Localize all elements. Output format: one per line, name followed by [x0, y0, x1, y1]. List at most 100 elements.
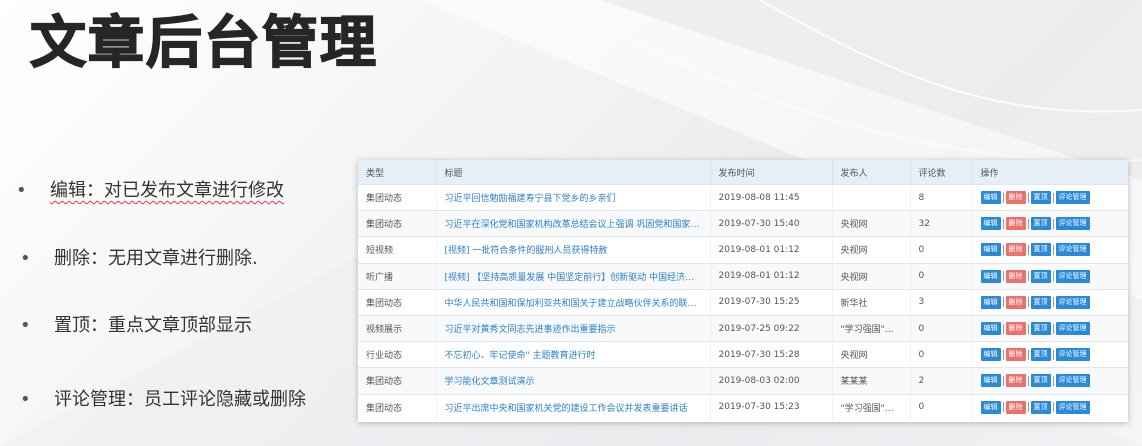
- comment-manage-button[interactable]: 评论管理: [1055, 269, 1090, 283]
- delete-button[interactable]: 删除: [1005, 322, 1026, 336]
- bullet-text: 置顶：重点文章顶部显示: [54, 315, 252, 336]
- type-cell: 集团动态: [358, 183, 437, 211]
- type-cell: 集团动态: [358, 210, 437, 237]
- actions-cell: 编辑 删除 置顶 评论管理: [972, 210, 1128, 237]
- divider: [1002, 402, 1004, 413]
- pin-button[interactable]: 置顶: [1030, 400, 1051, 414]
- comment-manage-button[interactable]: 评论管理: [1055, 243, 1090, 257]
- publisher-cell: "学习强国"学习...: [832, 314, 911, 342]
- divider: [1052, 402, 1054, 413]
- bullet-text: 删除：无用文章进行删除.: [54, 248, 258, 269]
- delete-button[interactable]: 删除: [1005, 400, 1026, 414]
- pin-button[interactable]: 置顶: [1030, 348, 1051, 362]
- pin-button[interactable]: 置顶: [1030, 322, 1051, 336]
- delete-button[interactable]: 删除: [1005, 269, 1026, 283]
- title-link[interactable]: 中华人民共和国和保加利亚共和国关于建立战略伙伴关系的联合声明: [436, 288, 711, 316]
- table-row: 集团动态习近平在深化党和国家机构改革总结会议上强调 巩固党和国家机构改革成...…: [358, 210, 1128, 237]
- type-cell: 集团动态: [358, 367, 437, 394]
- type-cell: 集团动态: [358, 288, 437, 316]
- delete-button[interactable]: 删除: [1005, 243, 1026, 257]
- bullet-marker: •: [20, 315, 31, 336]
- edit-button[interactable]: 编辑: [980, 322, 1001, 336]
- column-header-type: 类型: [358, 160, 437, 185]
- divider: [1027, 323, 1029, 334]
- actions-cell: 编辑 删除 置顶 评论管理: [972, 393, 1128, 420]
- comment-count-cell: 0: [910, 262, 973, 290]
- comment-manage-button[interactable]: 评论管理: [1055, 191, 1090, 205]
- delete-button[interactable]: 删除: [1005, 295, 1026, 309]
- pin-button[interactable]: 置顶: [1030, 191, 1051, 205]
- title-link[interactable]: 习近平回信勉励福建寿宁县下党乡的乡亲们: [436, 183, 711, 211]
- bullet-delete: • 删除：无用文章进行删除.: [20, 247, 258, 271]
- action-buttons: 编辑 删除 置顶 评论管理: [980, 295, 1120, 309]
- actions-cell: 编辑 删除 置顶 评论管理: [972, 236, 1128, 264]
- table-row: 视频展示 习近平对黄秀文同志先进事迹作出重要指示 2019-07-25 09:22 "…: [358, 314, 1128, 342]
- comment-manage-button[interactable]: 评论管理: [1055, 322, 1090, 336]
- title-link[interactable]: 习近平对黄秀文同志先进事迹作出重要指示: [436, 314, 711, 342]
- title-link[interactable]: 学习能化文章测试演示: [436, 367, 711, 394]
- edit-button[interactable]: 编辑: [980, 295, 1001, 309]
- comment-manage-button[interactable]: 评论管理: [1055, 400, 1090, 414]
- time-cell: 2019-08-08 11:45: [710, 183, 833, 211]
- table-header-row: 类型 标题 发布时间 发布人 评论数 操作: [358, 160, 1128, 185]
- title-link[interactable]: [视频] 一批符合条件的服刑人员获得特赦: [436, 236, 711, 264]
- comment-manage-button[interactable]: 评论管理: [1055, 374, 1090, 388]
- pin-button[interactable]: 置顶: [1030, 243, 1051, 257]
- pin-button[interactable]: 置顶: [1030, 217, 1051, 231]
- divider: [1027, 271, 1029, 282]
- table-row: 集团动态 习近平回信勉励福建寿宁县下党乡的乡亲们 2019-08-08 11:45 8…: [358, 183, 1128, 211]
- action-buttons: 编辑 删除 置顶 评论管理: [980, 269, 1120, 283]
- delete-button[interactable]: 删除: [1005, 217, 1026, 231]
- title-link[interactable]: 习近平出席中央和国家机关党的建设工作会议并发表重要讲话: [436, 393, 711, 420]
- publisher-cell: 央视网: [832, 210, 911, 237]
- edit-button[interactable]: 编辑: [980, 243, 1001, 257]
- bullet-marker: •: [16, 180, 27, 201]
- divider: [1052, 192, 1054, 203]
- comment-manage-button[interactable]: 评论管理: [1055, 348, 1090, 362]
- comment-manage-button[interactable]: 评论管理: [1055, 295, 1090, 309]
- title-link[interactable]: 习近平在深化党和国家机构改革总结会议上强调 巩固党和国家机构改革成...: [436, 210, 711, 237]
- publisher-cell: 某某某: [832, 367, 911, 394]
- action-buttons: 编辑 删除 置顶 评论管理: [980, 243, 1120, 257]
- edit-button[interactable]: 编辑: [980, 374, 1001, 388]
- column-header-title: 标题: [436, 160, 711, 185]
- divider: [1052, 375, 1054, 386]
- type-cell: 行业动态: [358, 341, 437, 368]
- comment-manage-button[interactable]: 评论管理: [1055, 217, 1090, 231]
- divider: [1002, 218, 1004, 229]
- bullet-text: 评论管理：员工评论隐藏或删除: [54, 389, 306, 410]
- comment-count-cell: 0: [910, 341, 973, 368]
- actions-cell: 编辑 删除 置顶 评论管理: [972, 288, 1128, 316]
- table-row: 行业动态 不忘初心、牢记使命" 主题教育进行时 2019-07-30 15:28 央视…: [358, 341, 1128, 368]
- edit-button[interactable]: 编辑: [980, 348, 1001, 362]
- type-cell: 视频展示: [358, 314, 437, 342]
- divider: [1002, 375, 1004, 386]
- pin-button[interactable]: 置顶: [1030, 269, 1051, 283]
- column-header-publisher: 发布人: [832, 160, 911, 185]
- time-cell: 2019-07-30 15:28: [710, 341, 833, 368]
- table-row: 集团动态 习近平出席中央和国家机关党的建设工作会议并发表重要讲话 2019-07-3…: [358, 393, 1128, 420]
- edit-button[interactable]: 编辑: [980, 191, 1001, 205]
- edit-button[interactable]: 编辑: [980, 269, 1001, 283]
- delete-button[interactable]: 删除: [1005, 348, 1026, 362]
- edit-button[interactable]: 编辑: [980, 217, 1001, 231]
- title-link[interactable]: 不忘初心、牢记使命" 主题教育进行时: [436, 341, 711, 368]
- time-cell: 2019-08-03 02:00: [710, 367, 833, 394]
- comment-count-cell: 32: [910, 210, 973, 237]
- edit-button[interactable]: 编辑: [980, 400, 1001, 414]
- time-cell: 2019-08-01 01:12: [710, 262, 833, 290]
- comment-count-cell: 8: [910, 183, 973, 211]
- delete-button[interactable]: 删除: [1005, 374, 1026, 388]
- publisher-cell: 新华社: [832, 288, 911, 316]
- pin-button[interactable]: 置顶: [1030, 295, 1051, 309]
- divider: [1002, 349, 1004, 360]
- pin-button[interactable]: 置顶: [1030, 374, 1051, 388]
- table-row: 短视频 [视频] 一批符合条件的服刑人员获得特赦 2019-08-01 01:12 央…: [358, 236, 1128, 264]
- delete-button[interactable]: 删除: [1005, 191, 1026, 205]
- article-table-screenshot: 类型 标题 发布时间 发布人 评论数 操作 集团动态 习近平回信勉励福建寿宁县下党…: [358, 160, 1128, 422]
- action-buttons: 编辑 删除 置顶 评论管理: [980, 400, 1120, 414]
- divider: [1027, 375, 1029, 386]
- publisher-cell: 央视网: [832, 262, 911, 290]
- time-cell: 2019-07-25 09:22: [710, 314, 833, 342]
- title-link[interactable]: [视频] 【坚持高质量发展 中国坚定前行】创新驱动 中国经济加快动能转换: [436, 262, 711, 290]
